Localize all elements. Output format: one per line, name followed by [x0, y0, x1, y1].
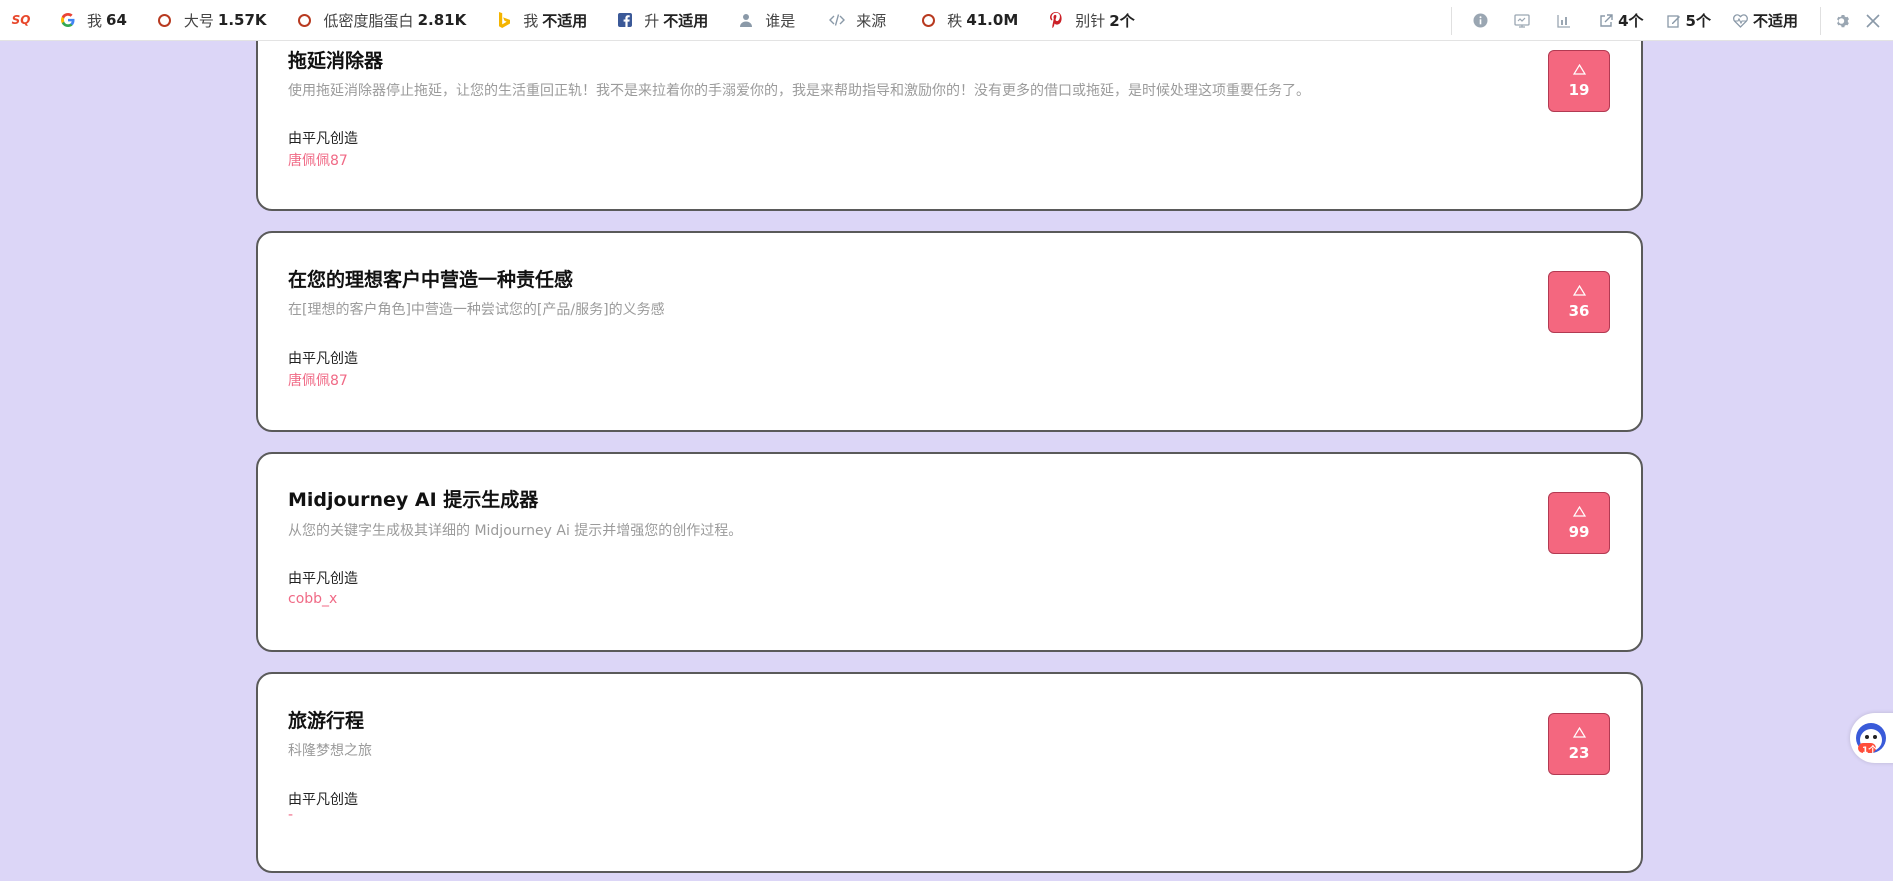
toolbar-item-rank[interactable]: 秩 41.0M [920, 10, 1018, 31]
upvote-button[interactable]: 99 [1548, 492, 1610, 554]
upvote-count: 19 [1568, 80, 1590, 99]
facebook-icon [617, 12, 633, 28]
toolbar-item-ldp[interactable]: 低密度脂蛋白 2.81K [297, 10, 467, 31]
card-created-by: 由平凡创造 [288, 792, 358, 808]
close-icon[interactable] [1865, 13, 1881, 29]
toolbar-item-label: 低密度脂蛋白 [323, 11, 414, 30]
toolbar-item-label: 秩 [947, 11, 963, 30]
toolbar-item-label: 来源 [856, 11, 887, 30]
card-description: 从您的关键字生成极其详细的 Midjourney Ai 提示并增强您的创作过程。 [288, 523, 743, 539]
circle-icon [920, 12, 936, 28]
prompt-card[interactable]: 旅游行程 科隆梦想之旅 由平凡创造 - 23 [256, 672, 1643, 873]
seo-toolbar: SQ 我 64 大号 1.57K 低密度脂蛋白 2.81K 我 不适用 升 不适… [0, 0, 1893, 41]
upvote-triangle-icon [1572, 63, 1586, 75]
heart-pulse-icon [1733, 13, 1749, 29]
prompt-card[interactable]: Midjourney AI 提示生成器 从您的关键字生成极其详细的 Midjou… [256, 452, 1643, 652]
toolbar-divider [1820, 6, 1821, 35]
card-title[interactable]: 在您的理想客户中营造一种责任感 [288, 265, 573, 292]
toolbar-item-value: 41.0M [966, 11, 1019, 29]
toolbar-item-value: 4个 [1618, 12, 1644, 30]
toolbar-right-group: 4个 5个 不适用 [1431, 0, 1893, 41]
floating-assistant-button[interactable]: 1个 [1850, 713, 1893, 763]
upvote-button[interactable]: 23 [1548, 713, 1610, 775]
card-author-link[interactable]: 唐佩佩87 [288, 370, 348, 390]
toolbar-item-value: 1.57K [217, 11, 267, 29]
card-description: 科隆梦想之旅 [288, 743, 372, 759]
toolbar-item-label: 大号 [183, 11, 214, 30]
code-icon [829, 12, 846, 28]
upvote-triangle-icon [1572, 505, 1586, 517]
card-title[interactable]: Midjourney AI 提示生成器 [288, 485, 538, 512]
circle-icon [297, 12, 313, 28]
toolbar-item-whois[interactable]: 谁是 [738, 10, 799, 31]
toolbar-item-label: 我 [523, 11, 539, 30]
toolbar-item-source[interactable]: 来源 [829, 10, 890, 31]
toolbar-item-value: 64 [106, 11, 127, 29]
card-author-link[interactable]: 唐佩佩87 [288, 150, 348, 170]
pinterest-icon [1048, 12, 1064, 28]
card-title[interactable]: 拖延消除器 [288, 46, 383, 73]
toolbar-item-label: 升 [644, 11, 660, 30]
toolbar-item-value: 不适用 [542, 11, 588, 30]
toolbar-item-backlinks[interactable]: 大号 1.57K [157, 10, 267, 31]
card-title[interactable]: 旅游行程 [288, 706, 364, 733]
edit-icon [1666, 13, 1682, 29]
seoquake-logo-icon[interactable]: SQ [10, 9, 32, 31]
toolbar-item-internal-links[interactable]: 5个 [1666, 10, 1711, 31]
upvote-triangle-icon [1572, 284, 1586, 296]
person-icon [738, 12, 754, 28]
card-description: 在[理想的客户角色]中营造一种尝试您的[产品/服务]的义务感 [288, 302, 665, 318]
toolbar-item-external-links[interactable]: 4个 [1598, 10, 1644, 31]
circle-icon [157, 12, 173, 28]
toolbar-item-bing-index[interactable]: 我 不适用 [496, 10, 587, 31]
toolbar-item-label: 别针 [1075, 11, 1106, 30]
card-description: 使用拖延消除器停止拖延，让您的生活重回正轨！我不是来拉着你的手溺爱你的，我是来帮… [288, 83, 1310, 99]
upvote-triangle-icon [1572, 726, 1586, 738]
toolbar-item-value: 5个 [1685, 12, 1711, 30]
prompt-card[interactable]: 在您的理想客户中营造一种责任感 在[理想的客户角色]中营造一种尝试您的[产品/服… [256, 231, 1643, 432]
toolbar-divider [1451, 6, 1453, 35]
toolbar-item-google-index[interactable]: 我 64 [60, 10, 127, 31]
upvote-count: 99 [1568, 522, 1590, 541]
toolbar-item-pinterest[interactable]: 别针 2个 [1048, 10, 1135, 31]
toolbar-item-health[interactable]: 不适用 [1733, 10, 1798, 31]
google-icon [60, 12, 76, 28]
upvote-button[interactable]: 36 [1548, 271, 1610, 333]
toolbar-item-value: 不适用 [1752, 12, 1798, 30]
upvote-count: 23 [1568, 743, 1590, 762]
card-author-link[interactable]: cobb_x [288, 591, 337, 607]
bing-icon [496, 12, 512, 28]
card-author-link[interactable]: - [288, 807, 293, 823]
toolbar-item-value: 2.81K [417, 11, 467, 29]
card-created-by: 由平凡创造 [288, 571, 358, 587]
diagnosis-icon[interactable] [1514, 13, 1530, 29]
card-created-by: 由平凡创造 [288, 351, 358, 367]
density-icon[interactable] [1556, 13, 1572, 29]
settings-gear-icon[interactable] [1835, 13, 1851, 29]
card-created-by: 由平凡创造 [288, 131, 358, 147]
assistant-badge: 1个 [1862, 746, 1878, 756]
external-link-icon [1598, 13, 1614, 29]
toolbar-item-label: 我 [87, 11, 103, 30]
toolbar-item-facebook[interactable]: 升 不适用 [617, 10, 708, 31]
info-icon[interactable] [1472, 13, 1488, 29]
toolbar-item-value: 不适用 [663, 11, 709, 30]
toolbar-item-label: 谁是 [765, 11, 796, 30]
toolbar-item-value: 2个 [1109, 11, 1135, 30]
upvote-button[interactable]: 19 [1548, 50, 1610, 112]
upvote-count: 36 [1568, 301, 1590, 320]
